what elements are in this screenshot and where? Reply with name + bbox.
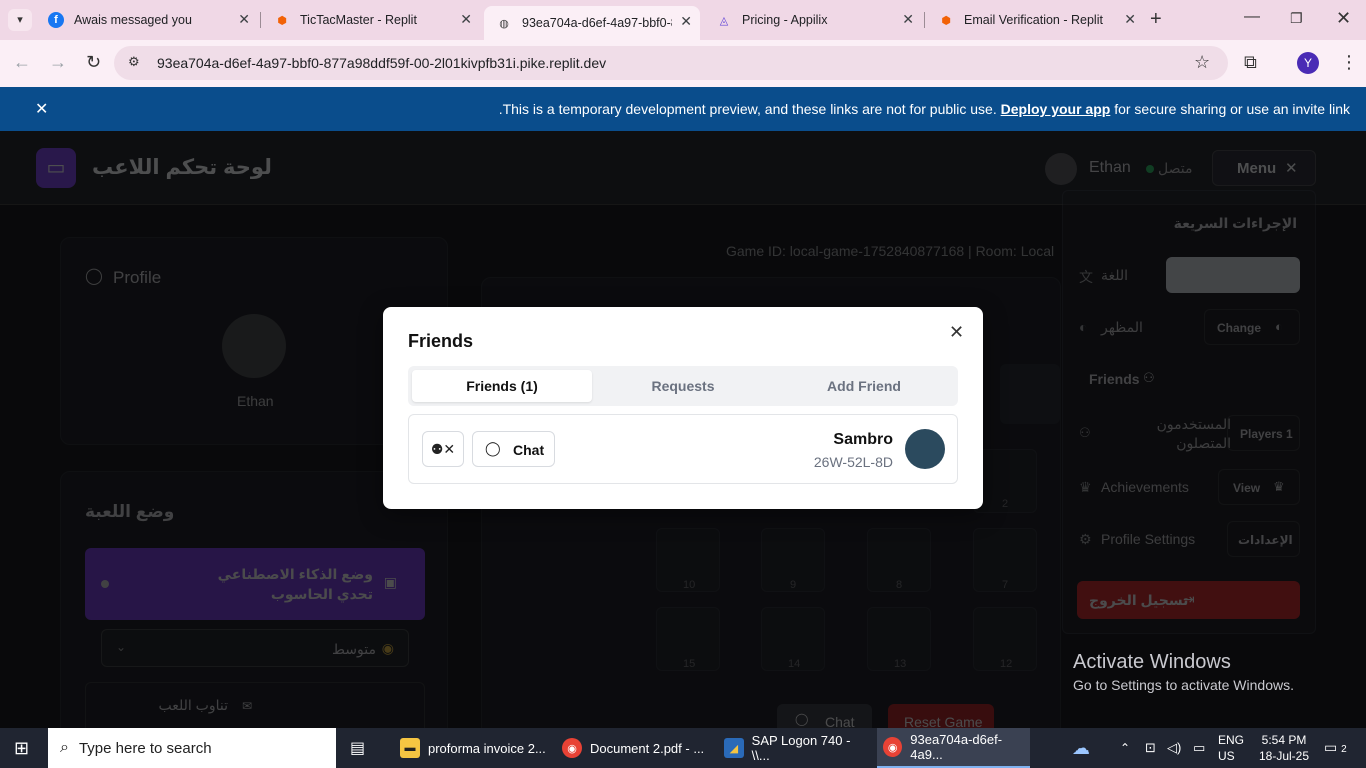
dev-preview-banner: ✕ .This is a temporary development previ… (0, 87, 1366, 131)
browser-tab-email-verification[interactable]: ⬢ Email Verification - Replit ✕ (926, 4, 1144, 36)
friends-tabs: Friends (1) Requests Add Friend (408, 366, 958, 406)
tab-requests[interactable]: Requests (593, 370, 773, 402)
tab-title: 93ea704a-d6ef-4a97-bbf0-8 (522, 16, 672, 30)
friend-chat-button[interactable]: ◯ Chat (472, 431, 555, 467)
friend-code: 26W-52L-8D (813, 454, 893, 470)
extensions-icon[interactable]: ⧉ (1244, 52, 1257, 73)
clock-date: 18-Jul-25 (1258, 749, 1310, 763)
banner-message: .This is a temporary development preview… (499, 101, 1350, 117)
language-code: ENG (1218, 733, 1245, 747)
close-tab-icon[interactable]: ✕ (460, 11, 472, 28)
sap-icon: ◢ (724, 738, 744, 758)
close-banner-icon[interactable]: ✕ (35, 99, 48, 119)
volume-icon[interactable]: ◁) (1167, 728, 1181, 768)
close-tab-icon[interactable]: ✕ (238, 11, 250, 28)
forward-arrow-icon[interactable]: → (49, 52, 67, 73)
appilix-icon: ◬ (719, 14, 729, 27)
start-button[interactable]: ⊞ (14, 728, 29, 768)
url-text: 93ea704a-d6ef-4a97-bbf0-877a98ddf59f-00-… (157, 55, 607, 71)
friend-avatar (905, 429, 945, 469)
browser-tab-appilix[interactable]: ◬ Pricing - Appilix ✕ (704, 4, 922, 36)
address-bar[interactable]: ⚙ 93ea704a-d6ef-4a97-bbf0-877a98ddf59f-0… (114, 46, 1228, 80)
notifications-button[interactable]: ▭ 2 (1324, 739, 1347, 756)
replit-icon: ⬢ (277, 14, 287, 27)
chevron-up-icon[interactable]: ⌃ (1120, 728, 1130, 768)
bookmark-star-icon[interactable]: ☆ (1194, 52, 1210, 73)
taskbar-app-sap-logon[interactable]: ◢ SAP Logon 740 - \\... (720, 728, 870, 768)
browser-tab-active-replit-preview[interactable]: ◍ 93ea704a-d6ef-4a97-bbf0-8 ✕ (484, 6, 700, 40)
close-tab-icon[interactable]: ✕ (680, 13, 692, 30)
language-indicator[interactable]: ENG US (1218, 732, 1244, 764)
deploy-app-link[interactable]: Deploy your app (1001, 101, 1111, 117)
replit-icon: ⬢ (941, 14, 951, 27)
tab-friends[interactable]: Friends (1) (412, 370, 592, 402)
friend-chat-label: Chat (513, 442, 545, 458)
folder-icon: ▬ (400, 738, 420, 758)
profile-initial: Y (1303, 56, 1312, 70)
back-arrow-icon[interactable]: ← (13, 52, 31, 73)
windows-taskbar: ⊞ ⌕ Type here to search ▤ ▬ proforma inv… (0, 728, 1366, 768)
banner-text-before: .This is a temporary development preview… (498, 101, 997, 117)
browser-tab-tictacmaster[interactable]: ⬢ TicTacMaster - Replit ✕ (262, 4, 480, 36)
battery-icon[interactable]: ▭ (1193, 728, 1205, 768)
tab-search-button[interactable]: ▾ (8, 9, 32, 31)
taskbar-app-file-explorer[interactable]: ▬ proforma invoice 2... (396, 728, 546, 768)
chrome-icon: ◉ (883, 737, 903, 757)
taskbar-app-label: 93ea704a-d6ef-4a9... (910, 732, 1003, 762)
activate-windows-subtitle: Go to Settings to activate Windows. (1073, 677, 1294, 693)
browser-toolbar: ← → ↻ ⚙ 93ea704a-d6ef-4a97-bbf0-877a98dd… (0, 40, 1366, 87)
dialog-title: Friends (408, 331, 474, 351)
user-remove-icon: ⚉✕ (430, 441, 456, 457)
reload-icon[interactable]: ↻ (86, 52, 101, 73)
tab-add-friend[interactable]: Add Friend (774, 370, 954, 402)
search-icon: ⌕ (60, 739, 69, 756)
friend-list-item: ⚉✕ ◯ Chat Sambro 26W-52L-8D (408, 414, 958, 484)
tab-title: Email Verification - Replit (964, 13, 1103, 27)
taskbar-search-box[interactable]: ⌕ Type here to search (48, 728, 336, 768)
restore-window-button[interactable]: ❐ (1290, 10, 1303, 27)
keyboard-region: US (1218, 749, 1235, 763)
chat-bubble-icon: ◯ (485, 440, 501, 456)
network-icon[interactable]: ⊡ (1145, 728, 1156, 768)
banner-text-after: for secure sharing or use an invite link (1114, 101, 1350, 117)
minimize-window-button[interactable]: — (1244, 8, 1260, 26)
taskbar-app-chrome-pdf[interactable]: ◉ Document 2.pdf - ... (558, 728, 708, 768)
facebook-icon: f (48, 12, 64, 28)
browser-menu-icon[interactable]: ⋮ (1340, 52, 1358, 73)
weather-icon[interactable]: ☁ (1072, 728, 1090, 768)
tab-title: Awais messaged you (74, 13, 192, 27)
notification-icon: ▭ (1324, 739, 1338, 755)
notification-count: 2 (1341, 744, 1347, 755)
remove-friend-button[interactable]: ⚉✕ (422, 431, 464, 467)
browser-tab-bar: ▾ f Awais messaged you ✕ ⬢ TicTacMaster … (0, 0, 1366, 40)
new-tab-button[interactable]: + (1150, 8, 1162, 31)
tab-title: TicTacMaster - Replit (300, 13, 417, 27)
close-tab-icon[interactable]: ✕ (902, 11, 914, 28)
taskbar-app-label: Document 2.pdf - ... (590, 740, 705, 756)
taskbar-app-label: SAP Logon 740 - \\... (751, 733, 851, 763)
browser-tab-facebook[interactable]: f Awais messaged you ✕ (36, 4, 258, 36)
profile-avatar[interactable]: Y (1297, 52, 1319, 74)
close-window-button[interactable]: ✕ (1336, 8, 1351, 29)
friend-name: Sambro (833, 431, 893, 448)
close-tab-icon[interactable]: ✕ (1124, 11, 1136, 28)
clock-time: 5:54 PM (1261, 733, 1307, 747)
friends-dialog: Friends ✕ Friends (1) Requests Add Frien… (383, 307, 983, 509)
chrome-icon: ◉ (562, 738, 582, 758)
tab-title: Pricing - Appilix (742, 13, 828, 27)
site-info-icon[interactable]: ⚙ (128, 54, 140, 70)
globe-icon: ◍ (499, 17, 509, 30)
taskbar-app-label: proforma invoice 2... (428, 740, 546, 756)
clock[interactable]: 5:54 PM 18-Jul-25 (1254, 732, 1314, 764)
task-view-icon[interactable]: ▤ (350, 728, 365, 768)
activate-windows-title: Activate Windows (1073, 651, 1231, 673)
close-dialog-icon[interactable]: ✕ (949, 322, 964, 343)
search-placeholder: Type here to search (78, 739, 212, 757)
taskbar-app-chrome-active[interactable]: ◉ 93ea704a-d6ef-4a9... (877, 728, 1030, 768)
